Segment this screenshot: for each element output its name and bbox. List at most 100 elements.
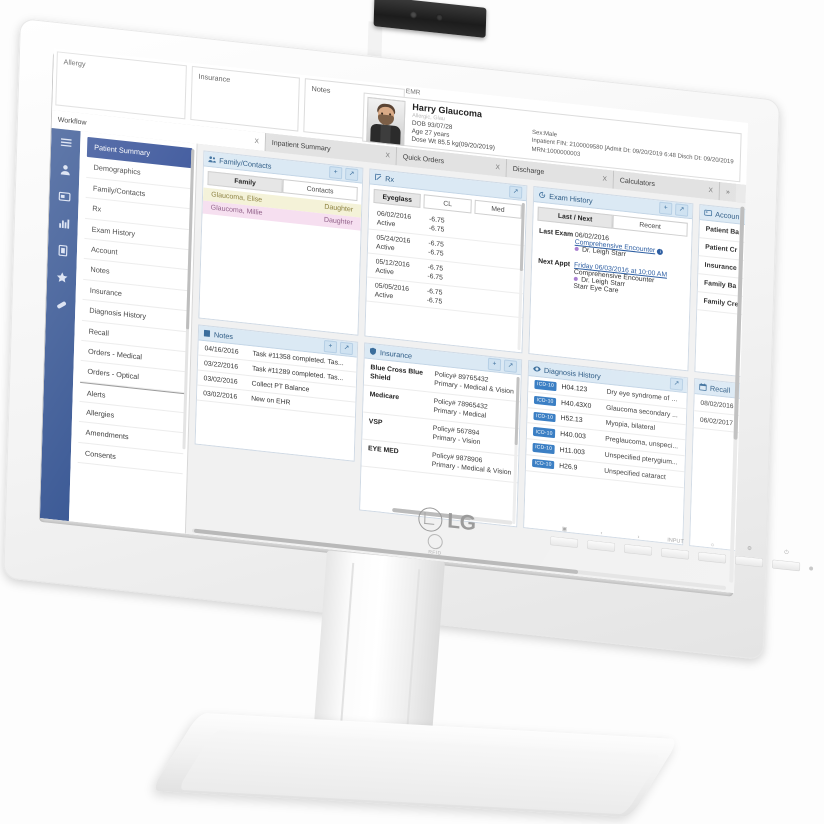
tab-inpatient-summary-close-icon[interactable]: X xyxy=(385,152,390,159)
diagnosis-code: H11.003 xyxy=(559,446,585,457)
note-date: 03/02/2016 xyxy=(203,389,238,401)
osd-power-button[interactable]: ⏻ xyxy=(771,550,801,572)
tab-calculators-label: Calculators xyxy=(619,176,655,188)
rfid-icon xyxy=(427,533,443,550)
sidebar-item-rx-label: Rx xyxy=(92,203,102,214)
osd-button-row: ▣ ‹ › INPUT ☼ ⚙ ⏻ xyxy=(549,526,814,573)
family-row-name: Glaucoma, Millie xyxy=(210,204,263,217)
emr-application: Allergy Insurance Notes EMR Harry Glauco… xyxy=(39,48,748,593)
sidebar-item-patient-summary-label: Patient Summary xyxy=(94,142,151,158)
note-date: 03/22/2016 xyxy=(203,359,239,371)
diagnosis-code: H52.13 xyxy=(560,415,583,425)
osd-brightness-button[interactable]: ☼ xyxy=(697,542,727,564)
shield-icon xyxy=(369,347,377,356)
panel-exam-history-expand-button[interactable]: ↗ xyxy=(675,203,689,217)
card-allergy[interactable]: Allergy xyxy=(55,51,187,120)
sidebar-item-amendments-label: Amendments xyxy=(85,428,129,442)
rfid-label: RFID xyxy=(428,549,442,557)
insurance-carrier: Medicare xyxy=(369,391,400,402)
diagnosis-text: Unspecified cataract xyxy=(604,467,666,481)
eye-icon xyxy=(533,365,541,374)
osd-right-button[interactable]: › xyxy=(623,534,653,556)
sidebar-item-diagnosis-history-label: Diagnosis History xyxy=(89,305,147,321)
rx-tab-med[interactable]: Med xyxy=(474,199,522,219)
tab-quick-orders-close-icon[interactable]: X xyxy=(495,163,500,170)
star-icon[interactable] xyxy=(55,270,68,284)
sidebar-item-consents-label: Consents xyxy=(84,448,116,461)
panel-insurance-expand-button[interactable]: ↗ xyxy=(503,359,518,373)
tab-calculators-close-icon[interactable]: X xyxy=(708,186,713,193)
icd-badge: ICD-10 xyxy=(532,458,555,470)
workflow-list: Patient Summary Demographics Family/Cont… xyxy=(68,131,198,534)
sidebar-item-orders-medical-label: Orders - Medical xyxy=(87,346,143,362)
rfid-badge: RFID xyxy=(427,533,443,557)
card-insurance[interactable]: Insurance xyxy=(190,65,300,132)
lg-monitor: Allergy Insurance Notes EMR Harry Glauco… xyxy=(0,0,824,824)
panel-notes: Notes + ↗ 04/16/2016 Task #11358 complet… xyxy=(194,324,359,462)
panel-family-contacts-body: Family Contacts Glaucoma, Elise Daughter xyxy=(199,166,362,335)
tab-workflow-label: Workflow xyxy=(57,116,87,127)
panel-rx-body: Eyeglass CL Med 06/02/2016 Active -6.75 -6… xyxy=(365,184,526,353)
sidebar-item-orders-optical-label: Orders - Optical xyxy=(87,366,140,382)
sidebar-item-alerts-label: Alerts xyxy=(86,388,106,400)
tab-discharge-close-icon[interactable]: X xyxy=(602,175,607,182)
hamburger-menu-icon[interactable] xyxy=(59,135,72,149)
panel-insurance-add-button[interactable]: + xyxy=(487,357,502,372)
card-icon[interactable] xyxy=(57,189,71,203)
rx-tab-eyeglass[interactable]: Eyeglass xyxy=(373,188,422,208)
icd-badge: ICD-10 xyxy=(533,411,556,423)
panel-exam-history-add-button[interactable]: + xyxy=(659,201,673,216)
icd-badge: ICD-10 xyxy=(533,395,557,407)
patient-icon[interactable] xyxy=(58,162,71,176)
tab-workflow-close-icon[interactable]: X xyxy=(254,137,259,144)
info-icon[interactable]: i xyxy=(657,248,664,256)
webcam-module xyxy=(373,0,487,38)
sidebar-item-recall-label: Recall xyxy=(88,326,110,338)
icd-badge: ICD-10 xyxy=(532,427,556,439)
sidebar-item-family-contacts-label: Family/Contacts xyxy=(92,183,146,199)
diagnosis-code: H40.003 xyxy=(560,430,586,441)
family-row-relation: Daughter xyxy=(323,216,353,227)
chart-icon[interactable] xyxy=(57,216,70,230)
insurance-carrier: Blue Cross Blue Shield xyxy=(370,364,424,383)
osd-menu-button[interactable]: ▣ xyxy=(549,526,579,549)
note-date: 03/02/2016 xyxy=(203,374,238,386)
diagnosis-code: H26.9 xyxy=(559,462,578,472)
patient-photo xyxy=(366,96,406,147)
insurance-carrier: VSP xyxy=(368,418,383,427)
camera-lens-icon xyxy=(409,10,418,19)
lg-wordmark: LG xyxy=(447,509,476,536)
osd-left-button[interactable]: ‹ xyxy=(586,530,616,552)
panel-rx-expand-button[interactable]: ↗ xyxy=(509,185,523,199)
document-icon[interactable] xyxy=(56,243,69,257)
account-icon xyxy=(704,209,713,218)
next-appt-label: Next Appt xyxy=(538,257,571,269)
note-icon xyxy=(203,329,211,338)
sidebar-item-exam-history-label: Exam History xyxy=(91,224,136,238)
panel-exam-history: Exam History + ↗ Last / Next Recent Last… xyxy=(528,186,694,372)
note-date: 04/16/2016 xyxy=(204,344,239,356)
history-icon xyxy=(538,191,546,200)
icd-badge: ICD-10 xyxy=(534,379,557,391)
card-notes-label: Notes xyxy=(311,83,331,95)
icd-badge: ICD-10 xyxy=(532,442,555,454)
osd-input-button[interactable]: INPUT xyxy=(660,537,690,560)
pill-icon[interactable] xyxy=(54,297,67,311)
panel-family-contacts-expand-button[interactable]: ↗ xyxy=(345,167,359,182)
panel-notes-expand-button[interactable]: ↗ xyxy=(339,341,354,356)
panel-notes-body: 04/16/2016 Task #11358 completed. Tas...… xyxy=(195,340,357,461)
osd-settings-button[interactable]: ⚙ xyxy=(734,546,764,568)
people-icon xyxy=(208,155,216,164)
display-screen: Allergy Insurance Notes EMR Harry Glauco… xyxy=(39,48,748,593)
tab-overflow-icon[interactable]: » xyxy=(719,182,737,202)
panel-notes-add-button[interactable]: + xyxy=(323,340,338,354)
rx-tab-cl[interactable]: CL xyxy=(423,194,472,214)
app-title: EMR xyxy=(405,88,421,97)
prescription-icon xyxy=(374,173,382,182)
insurance-carrier: EYE MED xyxy=(367,445,399,456)
panel-family-contacts-add-button[interactable]: + xyxy=(329,166,343,180)
panel-rx: Rx ↗ Eyeglass CL Med 06/02/2016 Active -… xyxy=(364,168,528,354)
panel-diagnosis-history-expand-button[interactable]: ↗ xyxy=(669,377,684,391)
sidebar-item-allergies-label: Allergies xyxy=(86,407,115,420)
power-led-icon xyxy=(809,566,814,571)
